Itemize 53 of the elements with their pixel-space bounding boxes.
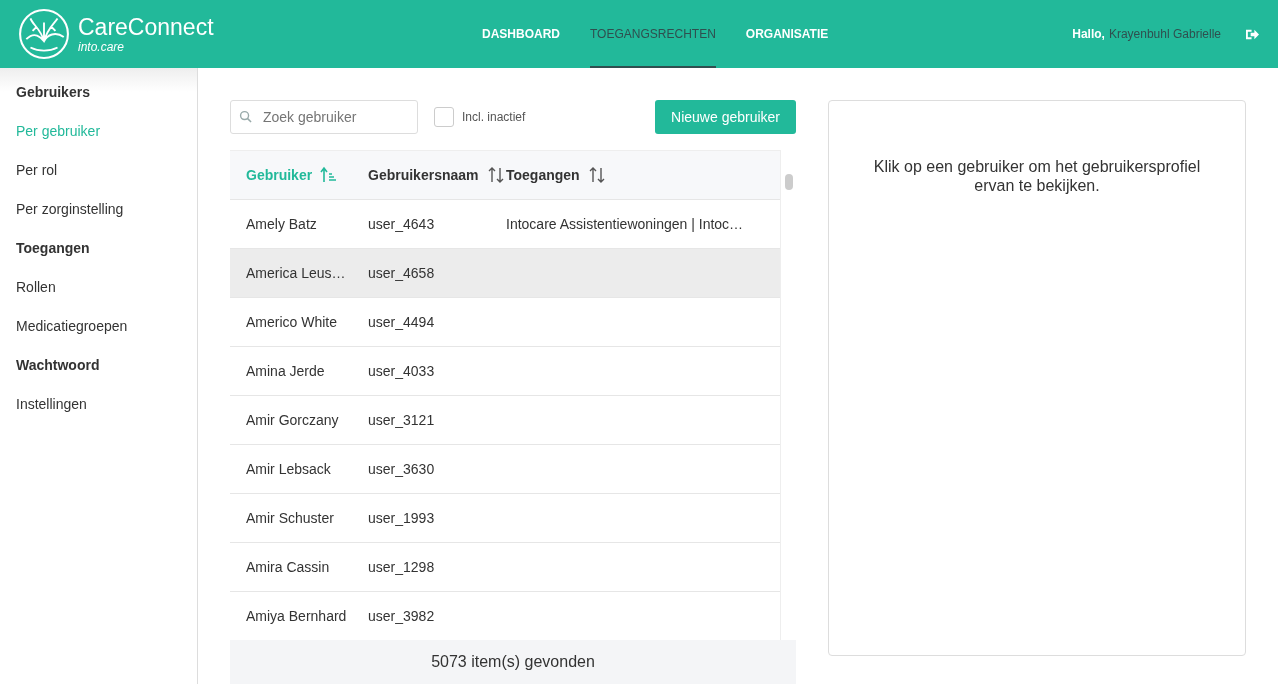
table-cell-text: America Leus… [245,265,347,281]
table-cell-text: Amina Jerde [245,363,326,379]
empty-message: Klik op een gebruiker om het gebruikersprofiel ervan te bekijken. [872,157,1202,195]
sidebar-item[interactable]: Per zorginstelling [16,201,197,240]
column-header[interactable]: Toegangen [506,167,580,183]
sidebar-heading: Wachtwoord [16,357,101,375]
sort-ascending-icon[interactable] [320,166,339,184]
table-cell-text: user_4494 [368,314,436,330]
table-cell-text: user_4643 [368,216,436,232]
table-row[interactable]: Amira Cassin user_1298 [230,543,781,592]
user-name: Krayenbuhl Gabrielle [1108,27,1221,41]
table-cell-text: Amely Batz [245,216,318,232]
logout-icon[interactable] [1245,27,1260,41]
sidebar-item[interactable]: Medicatiegroepen [16,318,197,357]
table-row[interactable]: Amir Schuster user_1993 [230,494,781,543]
table-row[interactable]: Amina Jerde user_4033 [230,347,781,396]
table-cell-text: user_1993 [368,510,436,526]
search-field[interactable]: Zoek gebruiker [230,100,418,134]
table-cell-text: Amir Gorczany [245,412,340,428]
table-cell-text: Amir Lebsack [245,461,332,477]
table-row[interactable]: Amir Gorczany user_3121 [230,396,781,445]
table-cell-text: user_3982 [368,608,436,624]
sidebar-heading: Toegangen [16,240,91,258]
brand-name: CareConnect [78,14,214,40]
sort-icon[interactable] [486,166,505,184]
table-cell-text: Americo White [245,314,339,330]
table-cell-text: user_3630 [368,461,436,477]
table-row[interactable]: Americo White user_4494 [230,298,781,347]
sidebar-item[interactable]: Per rol [16,162,197,201]
search-icon [239,110,252,123]
checkbox[interactable] [434,107,454,127]
nav-tab[interactable]: TOEGANGSRECHTEN [590,0,716,68]
greeting: Hallo, [1072,27,1105,41]
brand-tagline: into.care [78,40,126,54]
tree-logo-icon [18,8,70,60]
table-cell-text: user_4658 [368,265,436,281]
column-header[interactable]: Gebruikersnaam [368,167,479,183]
table-cell-text: Amira Cassin [245,559,331,575]
table-cell-text: Amir Schuster [245,510,335,526]
table-cell-text: user_1298 [368,559,436,575]
sidebar-heading: Gebruikers [16,84,91,102]
result-count: 5073 item(s) gevonden [230,640,796,684]
sidebar-item[interactable]: Instellingen [16,396,197,435]
table-cell-text: user_3121 [368,412,436,428]
table-row[interactable]: America Leus… user_4658 [230,249,781,298]
checkbox-label: Incl. inactief [462,110,526,124]
sort-icon[interactable] [587,166,606,184]
table-cell: Intocare Assistentiewoningen | Intoc… [506,216,744,232]
table-row[interactable]: Amir Lebsack user_3630 [230,445,781,494]
sidebar-item[interactable]: Rollen [16,279,197,318]
table-cell-text: Amiya Bernhard [245,608,348,624]
table-cell-text: user_4033 [368,363,436,379]
scrollbar-thumb[interactable] [785,174,794,190]
